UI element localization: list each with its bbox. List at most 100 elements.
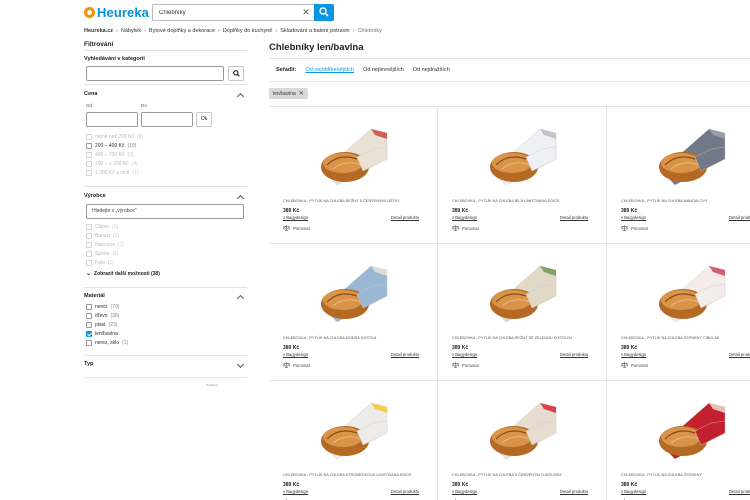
breadcrumb-item[interactable]: Bytové doplňky a dekorace xyxy=(149,28,215,34)
breadcrumb-item[interactable]: Skladování a balení potravin xyxy=(280,28,349,34)
checkbox[interactable] xyxy=(86,152,92,158)
product-image[interactable] xyxy=(486,256,558,330)
product-detail-link[interactable]: Detail produktu xyxy=(729,215,750,220)
active-filter-chip[interactable]: len/bavlna ✕ xyxy=(269,88,308,99)
product-card[interactable]: CHLEBOVKA - PYTLÍK NA CHLEBA ČERVENÝ CIB… xyxy=(607,244,750,381)
checkbox[interactable] xyxy=(86,170,92,176)
product-card[interactable]: CHLEBOVKA - PYTLÍK NA CHLEBA MODRÁ KOSTK… xyxy=(269,244,437,381)
manufacturer-option[interactable]: Sports (1) xyxy=(86,251,119,257)
sort-option-cheapest[interactable]: Od nejlevnějších xyxy=(363,67,404,73)
product-image[interactable] xyxy=(486,119,558,193)
heureka-logo[interactable]: Heureka xyxy=(84,5,149,20)
type-filter[interactable]: Typ xyxy=(84,360,247,375)
product-name[interactable]: CHLEBOVKA - PYTLÍK NA CHLEBA MODRÁ KOSTK… xyxy=(283,336,376,340)
price-option[interactable]: 700 – 1 200 Kč (4) xyxy=(86,161,138,167)
product-card[interactable]: CHLEBOVKA - PYTLÍK NA CHLEBA REŽNÝ SE ZE… xyxy=(438,244,606,381)
checkbox[interactable] xyxy=(86,260,92,266)
price-from-input[interactable] xyxy=(86,112,138,127)
checkbox[interactable] xyxy=(86,242,92,248)
material-option[interactable]: len/bavlna xyxy=(86,331,118,337)
manufacturer-search-input[interactable]: Hledejte v „výrobce" xyxy=(86,204,244,219)
product-detail-link[interactable]: Detail produktu xyxy=(729,352,750,357)
product-name[interactable]: CHLEBOVKA - PYTLÍK NA CHLEBA ČERVENÝ xyxy=(621,473,702,477)
product-shop-link[interactable]: v Bagydesign xyxy=(621,352,646,357)
material-option[interactable]: plast (23) xyxy=(86,322,117,328)
product-shop-link[interactable]: v Bagydesign xyxy=(621,215,646,220)
product-shop-link[interactable]: v Bagydesign xyxy=(452,489,477,494)
material-option[interactable]: nerez, sklo (1) xyxy=(86,340,128,346)
clear-icon[interactable]: ✕ xyxy=(300,6,312,19)
product-name[interactable]: CHLEBOVKA - PYTLÍK NA CHLEBA ČERVENÝ CIB… xyxy=(621,336,719,340)
material-option[interactable]: nerez (79) xyxy=(86,304,119,310)
product-detail-link[interactable]: Detail produktu xyxy=(560,215,588,220)
checkbox[interactable] xyxy=(86,322,92,328)
product-name[interactable]: CHLEBOVKA - PYTLÍK NA CHLEBA MANDALOVÝ xyxy=(621,199,708,203)
checkbox[interactable] xyxy=(86,340,92,346)
price-to-input[interactable] xyxy=(141,112,193,127)
checkbox[interactable] xyxy=(86,134,92,140)
product-card[interactable]: CHLEBOVKA - PYTLÍK NA CHLEBA BÍLÁ LIMITO… xyxy=(438,107,606,244)
product-image[interactable] xyxy=(317,119,389,193)
sort-option-popular[interactable]: Od nejoblíbenějších xyxy=(305,67,354,73)
compare-button[interactable]: Porovnat xyxy=(621,225,648,231)
product-detail-link[interactable]: Detail produktu xyxy=(391,489,419,494)
checkbox[interactable] xyxy=(86,233,92,239)
category-search-input[interactable] xyxy=(86,66,224,81)
checkbox[interactable] xyxy=(86,143,92,149)
category-search-button[interactable] xyxy=(228,66,244,81)
product-detail-link[interactable]: Detail produktu xyxy=(560,352,588,357)
product-name[interactable]: CHLEBOVKA - PYTLÍK NA CHLEBA S ČERVENÝM … xyxy=(452,473,561,477)
product-shop-link[interactable]: v Bagydesign xyxy=(452,352,477,357)
product-card[interactable]: CHLEBOVKA - PYTLÍK NA CHLEBA ČERVENÝ 389… xyxy=(607,381,750,500)
product-card[interactable]: CHLEBOVKA - PYTLÍK NA CHLEBA MANDALOVÝ 3… xyxy=(607,107,750,244)
search-button[interactable] xyxy=(314,4,334,21)
product-detail-link[interactable]: Detail produktu xyxy=(729,489,750,494)
breadcrumb-item[interactable]: Nábytek xyxy=(121,28,141,34)
compare-button[interactable]: Porovnat xyxy=(283,362,310,368)
checkbox[interactable] xyxy=(86,251,92,257)
compare-button[interactable]: Porovnat xyxy=(621,362,648,368)
product-image[interactable] xyxy=(317,256,389,330)
product-image[interactable] xyxy=(317,393,389,467)
product-name[interactable]: CHLEBOVKA - PYTLÍK NA CHLEBA BÍLÁ LIMITO… xyxy=(452,199,559,203)
product-card[interactable]: CHLEBOVKA - PYTLÍK NA CHLEBA STROMEČKOVÁ… xyxy=(269,381,437,500)
sort-option-expensive[interactable]: Od nejdražších xyxy=(413,67,450,73)
manufacturer-option[interactable]: Banzzi (1) xyxy=(86,233,119,239)
search-input[interactable] xyxy=(153,5,301,20)
price-option[interactable]: méně než 200 Kč (8) xyxy=(86,134,143,140)
compare-button[interactable]: Porovnat xyxy=(452,225,479,231)
checkbox[interactable] xyxy=(86,313,92,319)
product-image[interactable] xyxy=(655,393,727,467)
product-detail-link[interactable]: Detail produktu xyxy=(391,352,419,357)
price-option[interactable]: 200 – 400 Kč (19) xyxy=(86,143,136,149)
price-option[interactable]: 1 200 Kč a více (1) xyxy=(86,170,139,176)
breadcrumb-item[interactable]: Doplňky do kuchyně xyxy=(223,28,273,34)
manufacturer-option[interactable]: Fala (1) xyxy=(86,260,114,266)
product-detail-link[interactable]: Detail produktu xyxy=(560,489,588,494)
checkbox[interactable] xyxy=(86,161,92,167)
checkbox-checked[interactable] xyxy=(86,331,92,337)
product-shop-link[interactable]: v Bagydesign xyxy=(621,489,646,494)
manufacturer-option[interactable]: Nanoyun (1) xyxy=(86,242,124,248)
product-image[interactable] xyxy=(655,256,727,330)
show-more-manufacturers[interactable]: ⌄ Zobrazit další možnosti (38) xyxy=(86,270,160,278)
checkbox[interactable] xyxy=(86,304,92,310)
product-name[interactable]: CHLEBOVKA - PYTLÍK NA CHLEBA REŽNÝ SE ZE… xyxy=(452,336,572,340)
price-ok-button[interactable]: Ok xyxy=(196,112,212,127)
product-image[interactable] xyxy=(655,119,727,193)
close-icon[interactable]: ✕ xyxy=(299,90,304,97)
product-name[interactable]: CHLEBOVKA - PYTLÍK NA CHLEBA STROMEČKOVÁ… xyxy=(283,473,412,477)
material-option[interactable]: dřevo (36) xyxy=(86,313,119,319)
product-shop-link[interactable]: v Bagydesign xyxy=(283,352,308,357)
product-shop-link[interactable]: v Bagydesign xyxy=(452,215,477,220)
compare-button[interactable]: Porovnat xyxy=(283,225,310,231)
product-card[interactable]: CHLEBOVKA - PYTLÍK NA CHLEBA REŽNÝ S ČER… xyxy=(269,107,437,244)
checkbox[interactable] xyxy=(86,224,92,230)
price-option[interactable]: 400 – 700 Kč (3) xyxy=(86,152,134,158)
manufacturer-option[interactable]: Clipso (1) xyxy=(86,224,118,230)
product-name[interactable]: CHLEBOVKA - PYTLÍK NA CHLEBA REŽNÝ S ČER… xyxy=(283,199,400,203)
product-card[interactable]: CHLEBOVKA - PYTLÍK NA CHLEBA S ČERVENÝM … xyxy=(438,381,606,500)
breadcrumb-item[interactable]: Heureka.cz xyxy=(84,28,113,34)
product-shop-link[interactable]: v Bagydesign xyxy=(283,215,308,220)
product-image[interactable] xyxy=(486,393,558,467)
